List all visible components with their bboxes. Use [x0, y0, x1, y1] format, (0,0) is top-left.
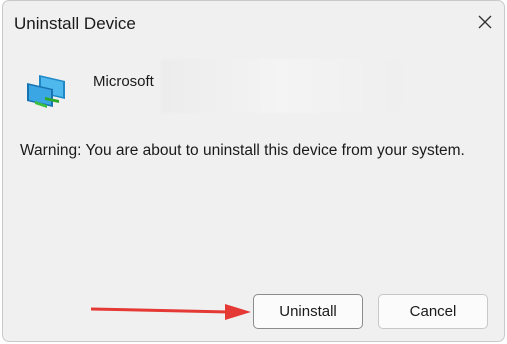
- uninstall-device-dialog: Uninstall Device Microsoft Warning: You …: [2, 0, 505, 342]
- dialog-title: Uninstall Device: [14, 14, 136, 33]
- cancel-button[interactable]: Cancel: [378, 294, 488, 329]
- warning-text: Warning: You are about to uninstall this…: [20, 142, 465, 159]
- network-adapter-icon: [27, 75, 65, 108]
- red-arrow-icon: [91, 304, 251, 320]
- close-button[interactable]: [473, 10, 497, 34]
- redacted-area: [161, 59, 403, 113]
- uninstall-button[interactable]: Uninstall: [253, 294, 363, 329]
- close-icon: [478, 15, 492, 29]
- title-bar: Uninstall Device: [3, 1, 504, 47]
- device-name: Microsoft: [93, 73, 154, 90]
